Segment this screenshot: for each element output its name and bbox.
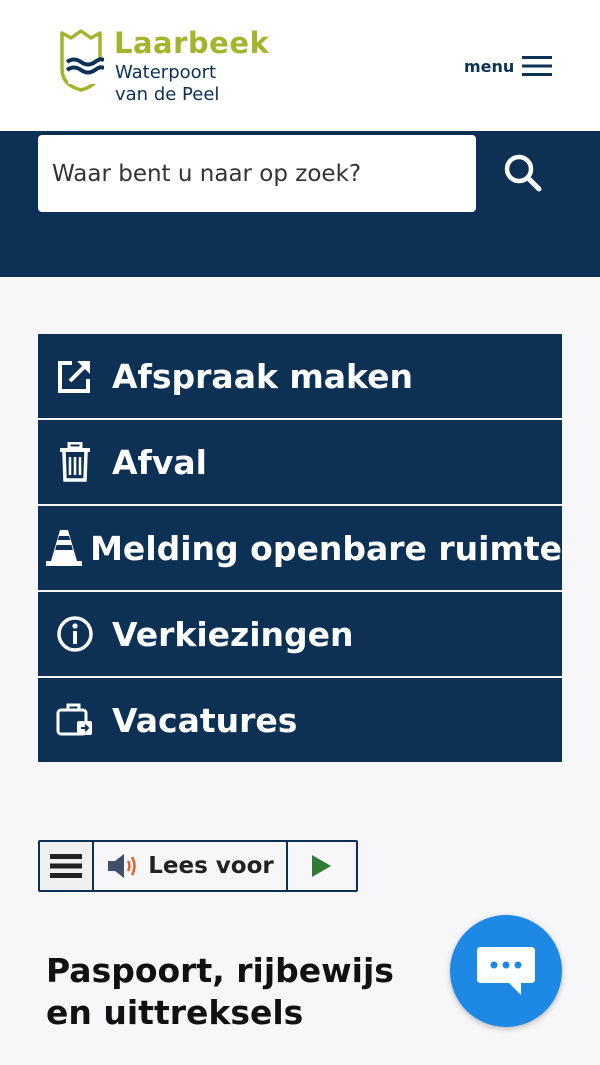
info-icon xyxy=(38,592,112,676)
search-input[interactable] xyxy=(52,160,462,187)
external-link-icon xyxy=(38,334,112,418)
search-icon xyxy=(504,154,542,192)
section-title: Paspoort, rijbewijs en uittreksels xyxy=(46,951,394,1032)
hamburger-icon xyxy=(522,56,552,76)
trash-icon xyxy=(38,420,112,504)
briefcase-icon xyxy=(38,678,112,762)
play-icon xyxy=(312,855,331,877)
traffic-cone-icon xyxy=(38,506,90,590)
crown-waves-icon xyxy=(60,29,104,92)
search-banner xyxy=(0,131,600,277)
site-header: Laarbeek Waterpoort van de Peel menu xyxy=(0,0,600,131)
logo-tagline-line1: Waterpoort xyxy=(115,62,217,83)
tts-menu-button[interactable] xyxy=(40,842,94,890)
logo-tagline-line2: van de Peel xyxy=(115,84,220,105)
play-button[interactable] xyxy=(288,842,354,890)
quick-link-label: Verkiezingen xyxy=(112,614,354,654)
site-logo[interactable]: Laarbeek Waterpoort van de Peel xyxy=(58,26,269,108)
quick-link-label: Afspraak maken xyxy=(112,356,413,396)
quick-link-afspraak[interactable]: Afspraak maken xyxy=(38,334,562,418)
quick-links: Afspraak maken Afval Melding openbare ru… xyxy=(38,334,562,764)
search-box xyxy=(38,135,476,212)
menu-button[interactable]: menu xyxy=(460,50,564,82)
speaker-icon xyxy=(108,854,136,878)
quick-link-label: Vacatures xyxy=(112,700,298,740)
quick-link-afval[interactable]: Afval xyxy=(38,420,562,504)
readspeaker-toolbar: Lees voor xyxy=(38,840,358,892)
menu-label: menu xyxy=(464,56,515,76)
search-button[interactable] xyxy=(498,149,548,199)
quick-link-label: Melding openbare ruimte xyxy=(90,528,562,568)
quick-link-melding[interactable]: Melding openbare ruimte xyxy=(38,506,562,590)
logo-name: Laarbeek xyxy=(114,26,270,60)
chat-bubble-icon xyxy=(477,947,535,995)
quick-link-verkiezingen[interactable]: Verkiezingen xyxy=(38,592,562,676)
quick-link-vacatures[interactable]: Vacatures xyxy=(38,678,562,762)
chat-button[interactable] xyxy=(450,915,562,1027)
read-aloud-label: Lees voor xyxy=(148,853,274,879)
quick-link-label: Afval xyxy=(112,442,207,482)
read-aloud-button[interactable]: Lees voor xyxy=(94,842,288,890)
hamburger-icon xyxy=(50,854,82,878)
